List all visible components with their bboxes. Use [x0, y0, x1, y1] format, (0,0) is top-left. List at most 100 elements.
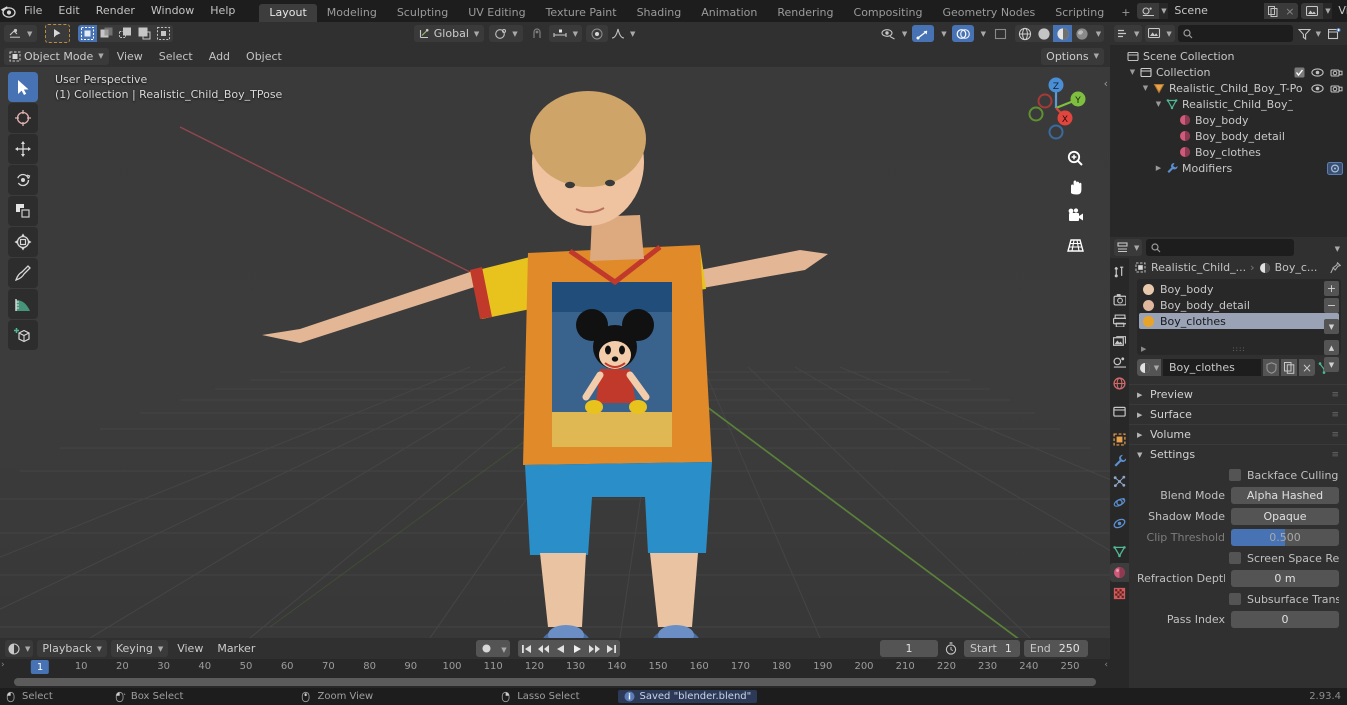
snap-toggle[interactable] — [526, 25, 549, 42]
shading-solid-icon[interactable] — [1034, 25, 1053, 42]
pivot-point-selector[interactable]: ▼ — [489, 25, 523, 42]
status-report[interactable]: Saved "blender.blend" — [617, 690, 758, 703]
pin-icon[interactable] — [1330, 261, 1341, 274]
breadcrumb-object-label[interactable]: Realistic_Child_... — [1151, 261, 1246, 274]
camera-icon[interactable] — [1062, 203, 1088, 229]
play-icon[interactable] — [569, 640, 586, 657]
snap-settings[interactable]: ▼ — [548, 25, 583, 42]
navigation-gizmo[interactable]: Z Y X — [1020, 72, 1092, 144]
measure-tool[interactable] — [8, 289, 38, 319]
view-layer-name[interactable]: View Layer — [1332, 3, 1347, 19]
add-workspace-button[interactable]: + — [1114, 4, 1137, 22]
move-tool[interactable] — [8, 134, 38, 164]
screen-space-refraction-row[interactable]: Screen Space Refract... — [1229, 549, 1339, 567]
outliner-camera-icon[interactable] — [1330, 83, 1343, 94]
material-name-field[interactable]: Boy_clothes — [1163, 359, 1261, 376]
shading-rendered-icon[interactable] — [1072, 25, 1091, 42]
workspace-tab-geometry-nodes[interactable]: Geometry Nodes — [932, 4, 1045, 22]
jump-start-icon[interactable] — [518, 640, 535, 657]
scale-tool[interactable] — [8, 196, 38, 226]
prev-keyframe-icon[interactable] — [535, 640, 552, 657]
outliner-row[interactable]: ▼ Collection — [1110, 64, 1347, 80]
material-slot-row[interactable]: Boy_body — [1139, 281, 1339, 297]
properties-tab-render[interactable] — [1110, 290, 1129, 309]
outliner-expand-triangle[interactable]: ▼ — [1140, 84, 1151, 92]
refraction-depth-row-field[interactable]: 0 m — [1231, 570, 1339, 587]
tweak-tool[interactable] — [8, 72, 38, 102]
outliner-row[interactable]: Boy_body_detail — [1110, 128, 1347, 144]
transform-orientation-selector[interactable]: Global ▼ — [413, 25, 485, 42]
outliner-row[interactable]: Scene Collection — [1110, 48, 1347, 64]
jump-end-icon[interactable] — [603, 640, 620, 657]
shading-material-preview-icon[interactable] — [1053, 25, 1072, 42]
subsurface-translucency-row-checkbox[interactable] — [1229, 593, 1241, 605]
unlink-material-button[interactable]: × — [1299, 359, 1315, 376]
scene-name[interactable]: Scene — [1168, 3, 1265, 19]
new-collection-icon[interactable] — [1326, 25, 1343, 42]
blend-mode-row-dropdown[interactable]: Alpha Hashed — [1231, 487, 1339, 504]
rotate-tool[interactable] — [8, 165, 38, 195]
matlist-expand-icon[interactable]: ▶ — [1141, 345, 1146, 353]
move-slot-up-button[interactable]: ▲ — [1324, 340, 1339, 355]
shadow-mode-row-dropdown[interactable]: Opaque — [1231, 508, 1339, 525]
properties-tab-view-layer[interactable] — [1110, 332, 1129, 351]
fake-user-button[interactable] — [1263, 359, 1279, 376]
properties-tab-output[interactable] — [1110, 311, 1129, 330]
record-dot-icon[interactable] — [476, 644, 496, 653]
viewport-menu-add[interactable]: Add — [201, 48, 238, 65]
scene-new-button[interactable] — [1264, 3, 1282, 19]
viewport-menu-select[interactable]: Select — [151, 48, 201, 65]
properties-editor-type-button[interactable]: ▼ — [1114, 239, 1143, 256]
annotate-tool[interactable] — [8, 258, 38, 288]
outliner-search-input[interactable] — [1177, 25, 1293, 42]
properties-tab-material[interactable] — [1110, 563, 1129, 582]
workspace-tab-compositing[interactable]: Compositing — [844, 4, 933, 22]
viewport-options-button[interactable]: Options ▼ — [1041, 47, 1104, 65]
timeline-marker-menu[interactable]: Marker — [212, 640, 260, 657]
view-layer-browse-chevron-icon[interactable]: ▼ — [1323, 7, 1332, 15]
subsurface-translucency-row[interactable]: Subsurface Transluce... — [1229, 590, 1339, 608]
workspace-tab-modeling[interactable]: Modeling — [317, 4, 387, 22]
outliner-expand-triangle[interactable]: ▼ — [1153, 100, 1164, 108]
properties-tab-data[interactable] — [1110, 542, 1129, 561]
outliner-camera-icon[interactable] — [1330, 67, 1343, 78]
backface-culling-row-checkbox[interactable] — [1229, 469, 1241, 481]
workspace-tab-texture-paint[interactable]: Texture Paint — [536, 4, 627, 22]
workspace-tab-scripting[interactable]: Scripting — [1045, 4, 1114, 22]
gizmo-toggle[interactable] — [912, 25, 935, 42]
workspace-tab-shading[interactable]: Shading — [627, 4, 692, 22]
add-material-slot-button[interactable]: + — [1324, 281, 1339, 296]
properties-tab-object[interactable] — [1110, 430, 1129, 449]
outliner-display-mode-button[interactable]: ▼ — [1145, 25, 1175, 42]
top-menu-window[interactable]: Window — [143, 0, 202, 22]
breadcrumb-material-label[interactable]: Boy_c... — [1275, 261, 1318, 274]
timeline-view-menu[interactable]: View — [172, 640, 208, 657]
pan-hand-icon[interactable] — [1062, 174, 1088, 200]
timeline-editor[interactable]: 1 10 20 30 40 50 60 70 80 90 100 110 120 130 140 150 160… — [0, 659, 1110, 688]
properties-tab-constraints[interactable] — [1110, 514, 1129, 533]
keying-menu[interactable]: Keying ▼ — [110, 640, 169, 657]
material-slot-menu-button[interactable]: ▼ — [1324, 319, 1339, 334]
view-layer-id-block[interactable]: ▼ View Layer × — [1301, 3, 1347, 19]
end-frame-field[interactable]: End 250 — [1023, 640, 1088, 657]
tweak-mode-button[interactable] — [45, 24, 71, 43]
timeline-ruler[interactable]: 1 10 20 30 40 50 60 70 80 90 100 110 120 130 140 150 160… — [0, 659, 1110, 677]
outliner-eye-icon[interactable] — [1311, 83, 1324, 94]
select-mode-intersect-icon[interactable] — [154, 25, 173, 42]
select-mode-tweak-icon[interactable] — [78, 25, 98, 42]
material-browse-button[interactable]: ▼ — [1137, 359, 1161, 376]
timeline-editor-type-button[interactable]: ▼ — [5, 640, 34, 657]
outliner-editor-type-button[interactable]: ▼ — [1114, 25, 1143, 42]
select-mode-subtract-icon[interactable] — [116, 25, 135, 42]
material-slot-row[interactable]: Boy_body_detail — [1139, 297, 1339, 313]
matlist-grip[interactable]: :::: — [1232, 345, 1245, 353]
top-menu-edit[interactable]: Edit — [50, 0, 87, 22]
current-frame-field[interactable]: 1 — [880, 640, 938, 657]
playback-menu[interactable]: Playback ▼ — [37, 640, 107, 657]
properties-tab-collection[interactable] — [1110, 402, 1129, 421]
outliner-row[interactable]: ▼ Realistic_Child_Boy_T-Po — [1110, 80, 1347, 96]
timeline-right-toggle-icon[interactable]: ‹ — [1104, 660, 1108, 670]
outliner-row[interactable]: Boy_body — [1110, 112, 1347, 128]
pass-index-row-field[interactable]: 0 — [1231, 611, 1339, 628]
add-cube-tool[interactable] — [8, 320, 38, 350]
